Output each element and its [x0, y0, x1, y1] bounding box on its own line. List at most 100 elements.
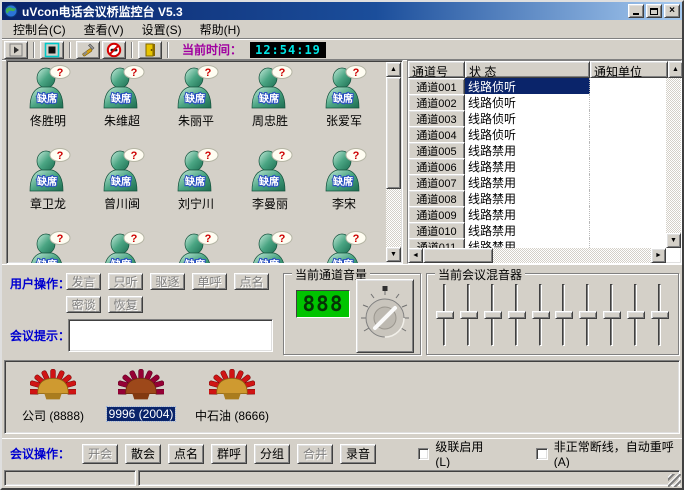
checkbox-option[interactable]: 非正常断线，自动重呼(A)	[536, 438, 682, 469]
absent-user-icon: ? 缺席	[247, 65, 293, 111]
conference-item[interactable]: 中石油 (8666)	[193, 367, 271, 424]
conference-item[interactable]: 公司 (8888)	[17, 367, 89, 424]
mixer-slider[interactable]	[435, 282, 456, 348]
slider-thumb[interactable]	[484, 311, 502, 319]
user-item[interactable]: ? 缺席 李宋	[307, 148, 381, 231]
conference-op-button[interactable]: 开会	[82, 444, 118, 464]
slider-thumb[interactable]	[603, 311, 621, 319]
conference-op-button[interactable]: 合并	[297, 444, 333, 464]
user-item[interactable]: ? 缺席 曾川闽	[85, 148, 159, 231]
user-item[interactable]: ? 缺席 朱维超	[85, 65, 159, 148]
user-op-button[interactable]: 密谈	[66, 296, 101, 313]
user-op-button[interactable]: 发言	[66, 273, 101, 290]
exit-button[interactable]	[138, 41, 162, 59]
table-row[interactable]: 通道003 线路侦听	[408, 110, 666, 126]
slider-thumb[interactable]	[532, 311, 550, 319]
mixer-slider[interactable]	[602, 282, 623, 348]
table-horizontal-scrollbar[interactable]: ◄ ►	[408, 248, 666, 263]
slider-thumb[interactable]	[508, 311, 526, 319]
resize-grip[interactable]	[668, 474, 681, 487]
table-row[interactable]: 通道007 线路禁用	[408, 174, 666, 190]
disconnect-button[interactable]	[102, 41, 126, 59]
menu-settings[interactable]: 设置(S)	[133, 19, 191, 40]
mixer-slider[interactable]	[578, 282, 599, 348]
user-item[interactable]: ? 缺席	[11, 231, 85, 264]
menu-help[interactable]: 帮助(H)	[191, 19, 250, 40]
table-scroll-left-icon[interactable]: ◄	[408, 248, 423, 263]
slider-thumb[interactable]	[579, 311, 597, 319]
user-item[interactable]: ? 缺席	[159, 231, 233, 264]
checkbox-box[interactable]	[536, 448, 547, 460]
h-scroll-thumb[interactable]	[423, 248, 493, 263]
user-item[interactable]: ? 缺席 章卫龙	[11, 148, 85, 231]
table-scroll-down-icon[interactable]: ▼	[666, 233, 681, 248]
user-op-button[interactable]: 点名	[234, 273, 269, 290]
current-time-label: 当前时间：	[182, 41, 242, 58]
conference-op-button[interactable]: 分组	[254, 444, 290, 464]
header-unit[interactable]: 通知单位	[590, 61, 668, 78]
user-op-button[interactable]: 只听	[108, 273, 143, 290]
table-row[interactable]: 通道011 线路禁用	[408, 238, 666, 248]
mixer-slider[interactable]	[459, 282, 480, 348]
mixer-slider[interactable]	[506, 282, 527, 348]
table-row[interactable]: 通道001 线路侦听	[408, 78, 666, 94]
checkbox-option[interactable]: 级联启用(L)	[418, 438, 494, 469]
table-row[interactable]: 通道010 线路禁用	[408, 222, 666, 238]
user-item[interactable]: ? 缺席 李曼丽	[233, 148, 307, 231]
user-scrollbar[interactable]: ▲ ▼	[386, 62, 401, 262]
table-row[interactable]: 通道002 线路侦听	[408, 94, 666, 110]
close-button[interactable]: ×	[664, 4, 680, 18]
table-vertical-scrollbar[interactable]: ▼	[666, 78, 681, 248]
header-status[interactable]: 状 态	[465, 61, 590, 78]
conference-op-button[interactable]: 录音	[340, 444, 376, 464]
scroll-thumb[interactable]	[386, 77, 401, 189]
maximize-button[interactable]	[646, 4, 662, 18]
mixer-slider[interactable]	[554, 282, 575, 348]
volume-knob[interactable]	[358, 286, 412, 346]
mixer-slider[interactable]	[625, 282, 646, 348]
user-item[interactable]: ? 缺席 刘宁川	[159, 148, 233, 231]
header-channel[interactable]: 通道号	[408, 61, 465, 78]
config-button[interactable]	[76, 41, 100, 59]
user-op-button[interactable]: 单呼	[192, 273, 227, 290]
prompt-input[interactable]	[68, 319, 273, 352]
table-scroll-right-icon[interactable]: ►	[651, 248, 666, 263]
table-row[interactable]: 通道005 线路禁用	[408, 142, 666, 158]
table-scroll-up-icon[interactable]: ▲	[668, 61, 683, 78]
mixer-slider[interactable]	[649, 282, 670, 348]
table-row[interactable]: 通道009 线路禁用	[408, 206, 666, 222]
conference-op-button[interactable]: 点名	[168, 444, 204, 464]
checkbox-box[interactable]	[418, 448, 429, 460]
table-row[interactable]: 通道006 线路禁用	[408, 158, 666, 174]
user-op-button[interactable]: 恢复	[108, 296, 143, 313]
slider-thumb[interactable]	[436, 311, 454, 319]
scroll-down-icon[interactable]: ▼	[386, 247, 401, 262]
table-row[interactable]: 通道008 线路禁用	[408, 190, 666, 206]
conference-op-button[interactable]: 散会	[125, 444, 161, 464]
menu-console[interactable]: 控制台(C)	[4, 19, 75, 40]
stop-button[interactable]	[40, 41, 64, 59]
user-item[interactable]: ? 缺席	[307, 231, 381, 264]
menu-view[interactable]: 查看(V)	[75, 19, 133, 40]
start-button[interactable]	[4, 41, 28, 59]
user-op-button[interactable]: 驱逐	[150, 273, 185, 290]
mixer-slider[interactable]	[483, 282, 504, 348]
user-item[interactable]: ? 缺席 周忠胜	[233, 65, 307, 148]
slider-thumb[interactable]	[627, 311, 645, 319]
mixer-slider[interactable]	[530, 282, 551, 348]
minimize-button[interactable]	[628, 4, 644, 18]
conference-op-button[interactable]: 群呼	[211, 444, 247, 464]
user-item[interactable]: ? 缺席	[85, 231, 159, 264]
slider-thumb[interactable]	[555, 311, 573, 319]
scroll-up-icon[interactable]: ▲	[386, 62, 401, 77]
user-item[interactable]: ? 缺席 佟胜明	[11, 65, 85, 148]
slider-thumb[interactable]	[651, 311, 669, 319]
user-item[interactable]: ? 缺席 朱丽平	[159, 65, 233, 148]
user-item[interactable]: ? 缺席 张爱军	[307, 65, 381, 148]
user-item[interactable]: ? 缺席	[233, 231, 307, 264]
table-row[interactable]: 通道004 线路侦听	[408, 126, 666, 142]
conference-item[interactable]: 9996 (2004)	[105, 367, 177, 421]
channel-id-cell[interactable]: 通道011	[408, 238, 465, 248]
slider-thumb[interactable]	[460, 311, 478, 319]
title-bar[interactable]: uVcon电话会议桥监控台 V5.3 ×	[2, 2, 682, 20]
